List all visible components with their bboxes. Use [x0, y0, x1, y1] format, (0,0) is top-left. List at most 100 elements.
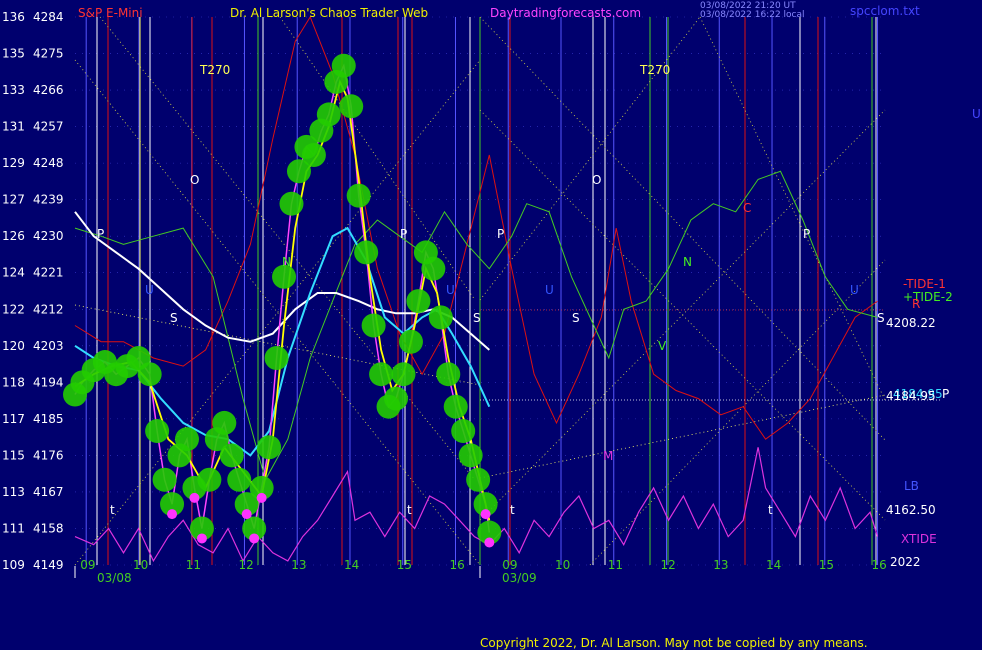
y-tick-count-label: 109	[2, 558, 25, 572]
copyright-footer: Copyright 2022, Dr. Al Larson. May not b…	[480, 636, 868, 650]
y-tick-price-label: 4284	[33, 10, 64, 24]
site-title: Daytradingforecasts.com	[490, 6, 641, 20]
price-bubble	[279, 191, 304, 216]
y-tick-count-label: 122	[2, 302, 25, 316]
annotation-tick: t	[510, 503, 515, 517]
date-label: 03/08	[97, 571, 132, 585]
y-tick-count-label: 118	[2, 375, 25, 389]
annotation-planet: P	[97, 227, 104, 241]
level-4184-overlap-label: 4184.95	[886, 389, 936, 403]
price-bubble	[361, 313, 386, 338]
y-tick-price-label: 4194	[33, 375, 64, 389]
level-4162-label: 4162.50	[886, 503, 936, 517]
price-bubble	[219, 443, 244, 468]
price-bubble	[466, 467, 491, 492]
y-tick-price-label: 4257	[33, 120, 64, 134]
low-dot	[167, 509, 178, 520]
x-hour-label: 14	[766, 558, 781, 572]
xtide-label: XTIDE	[901, 532, 937, 546]
low-dot	[241, 509, 252, 520]
annotation-tick: t	[407, 503, 412, 517]
annotation-tick: t	[110, 503, 115, 517]
symbol-title: S&P E-Mini	[78, 6, 143, 20]
author-title: Dr. Al Larson's Chaos Trader Web	[230, 6, 428, 20]
y-tick-count-label: 135	[2, 47, 25, 61]
tide1-label: -TIDE-1	[903, 277, 946, 291]
annotation-time: T270	[639, 63, 670, 77]
low-dot	[484, 537, 495, 548]
annotation-planet: U	[545, 283, 554, 297]
annotation-planet: U	[145, 283, 154, 297]
annotation-planet: P	[400, 227, 407, 241]
price-bubble	[197, 467, 222, 492]
diagonal-line	[479, 109, 886, 521]
y-tick-count-label: 131	[2, 120, 25, 134]
low-dot	[196, 533, 207, 544]
y-tick-count-label: 126	[2, 229, 25, 243]
price-bubble	[398, 329, 423, 354]
y-tick-price-label: 4230	[33, 229, 64, 243]
annotation-time: T270	[199, 63, 230, 77]
low-dot	[480, 509, 491, 520]
price-bubble	[301, 143, 326, 168]
price-bubble	[384, 386, 409, 411]
u-edge-label: U	[972, 107, 981, 121]
y-tick-count-label: 124	[2, 266, 25, 280]
price-bubble	[316, 102, 341, 127]
y-tick-count-label: 113	[2, 485, 25, 499]
price-bubble	[339, 94, 364, 119]
date-label: 03/09	[502, 571, 537, 585]
y-tick-price-label: 4149	[33, 558, 64, 572]
price-bubble	[428, 305, 453, 330]
y-tick-count-label: 129	[2, 156, 25, 170]
y-tick-count-label: 136	[2, 10, 25, 24]
y-tick-count-label: 111	[2, 521, 25, 535]
price-bubble	[174, 427, 199, 452]
x-hour-label: 09	[502, 558, 517, 572]
price-bubble	[346, 183, 371, 208]
price-bubble	[145, 419, 170, 444]
low-dot	[249, 533, 260, 544]
timestamp-local: 03/08/2022 16:22 local	[700, 10, 805, 20]
annotation-planet: U	[850, 283, 859, 297]
year-label: 2022	[890, 555, 921, 569]
price-bubble	[451, 419, 476, 444]
annotation-planet: S	[572, 311, 580, 325]
x-hour-label: 15	[397, 558, 412, 572]
annotation-planet: N	[282, 255, 291, 269]
annotation-tick: t	[768, 503, 773, 517]
trend-line	[479, 394, 886, 479]
level-4208-label: 4208.22	[886, 316, 936, 330]
annotation-planet: S	[473, 311, 481, 325]
y-tick-count-label: 115	[2, 448, 25, 462]
y-tick-count-label: 120	[2, 339, 25, 353]
price-bubble	[137, 362, 162, 387]
diagonal-line	[479, 16, 886, 441]
annotation-planet: O	[592, 173, 601, 187]
price-bubble	[257, 435, 282, 460]
y-tick-count-label: 133	[2, 83, 25, 97]
x-hour-label: 15	[819, 558, 834, 572]
y-tick-price-label: 4212	[33, 302, 64, 316]
price-bubble	[458, 443, 483, 468]
price-bubble	[369, 362, 394, 387]
x-hour-label: 11	[608, 558, 623, 572]
price-bubble	[421, 256, 446, 281]
annotation-planet: M	[603, 449, 613, 463]
y-tick-price-label: 4158	[33, 521, 64, 535]
data-file-name: spcclom.txt	[850, 4, 920, 18]
annotation-planet: C	[743, 201, 751, 215]
price-bubble	[436, 362, 461, 387]
x-hour-label: 09	[80, 558, 95, 572]
x-hour-label: 16	[449, 558, 464, 572]
y-tick-price-label: 4185	[33, 412, 64, 426]
x-hour-label: 16	[872, 558, 887, 572]
y-tick-count-label: 117	[2, 412, 25, 426]
price-bubble	[331, 53, 356, 78]
x-hour-label: 10	[133, 558, 148, 572]
tide2-label: +TIDE-2	[903, 290, 953, 304]
price-bubble	[152, 467, 177, 492]
y-tick-price-label: 4176	[33, 448, 64, 462]
y-tick-count-label: 127	[2, 193, 25, 207]
y-tick-price-label: 4203	[33, 339, 64, 353]
